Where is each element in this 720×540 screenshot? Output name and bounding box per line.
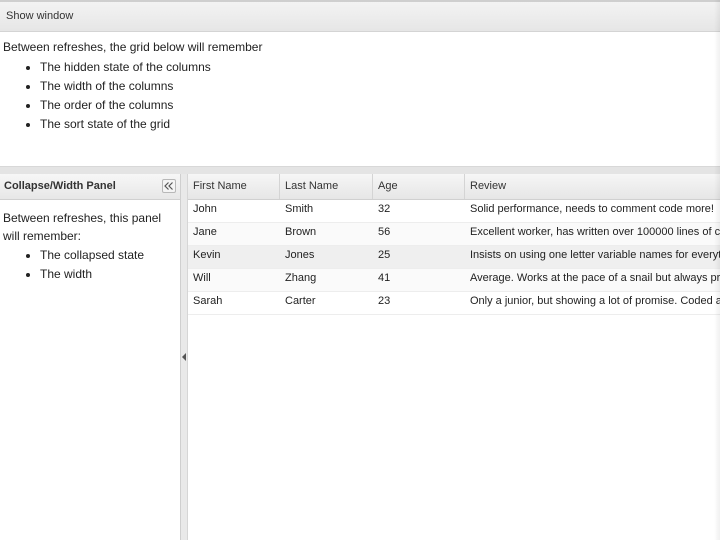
cell-first-name: Jane [193,226,217,238]
panel-header: Collapse/Width Panel [0,174,180,200]
list-item: The width [40,265,176,284]
data-grid: First Name Last Name Age Review John Smi… [188,174,720,540]
window-edge-shadow [714,0,720,540]
cell-first-name: Kevin [193,249,221,261]
intro-list: The hidden state of the columns The widt… [3,58,703,134]
column-header-age[interactable]: Age [373,174,465,199]
intro-section: Between refreshes, the grid below will r… [3,40,703,134]
cell-review: Excellent worker, has written over 10000… [470,226,720,238]
cell-last-name: Brown [285,226,317,238]
cell-review: Average. Works at the pace of a snail bu… [470,272,720,284]
cell-age: 32 [378,203,391,215]
table-row[interactable]: Jane Brown 56 Excellent worker, has writ… [188,223,720,246]
collapse-left-icon[interactable] [162,179,176,193]
cell-first-name: Will [193,272,211,284]
grid-header: First Name Last Name Age Review [188,174,720,200]
cell-review: Only a junior, but showing a lot of prom… [470,295,720,307]
list-item: The width of the columns [40,77,703,96]
page: Show window Between refreshes, the grid … [0,0,720,540]
panel-title: Collapse/Width Panel [4,180,116,192]
cell-review: Insists on using one letter variable nam… [470,249,720,261]
collapse-arrow-icon[interactable] [182,352,186,362]
list-item: The sort state of the grid [40,115,703,134]
column-header-review[interactable]: Review [465,174,720,199]
cell-last-name: Zhang [285,272,317,284]
intro-text: Between refreshes, the grid below will r… [3,40,263,54]
cell-last-name: Jones [285,249,315,261]
column-header-first-name[interactable]: First Name [188,174,280,199]
cell-age: 23 [378,295,391,307]
table-row[interactable]: John Smith 32 Solid performance, needs t… [188,200,720,223]
panel-splitter[interactable] [181,174,188,540]
top-toolbar: Show window [0,0,720,32]
show-window-button[interactable]: Show window [6,10,73,22]
panel-body: Between refreshes, this panel will remem… [0,200,180,284]
section-divider [0,166,720,174]
cell-last-name: Smith [285,203,314,215]
cell-age: 56 [378,226,391,238]
table-row[interactable]: Will Zhang 41 Average. Works at the pace… [188,269,720,292]
column-header-last-name[interactable]: Last Name [280,174,373,199]
list-item: The collapsed state [40,246,176,265]
list-item: The hidden state of the columns [40,58,703,77]
list-item: The order of the columns [40,96,703,115]
panel-text: Between refreshes, this panel will remem… [3,211,162,243]
cell-first-name: John [193,203,217,215]
table-row[interactable]: Kevin Jones 25 Insists on using one lett… [188,246,720,269]
cell-age: 25 [378,249,391,261]
cell-first-name: Sarah [193,295,223,307]
grid-body: John Smith 32 Solid performance, needs t… [188,200,720,315]
panel-list: The collapsed state The width [3,246,176,284]
collapse-width-panel: Collapse/Width Panel Between refreshes, … [0,174,181,540]
cell-age: 41 [378,272,391,284]
cell-last-name: Carter [285,295,316,307]
table-row[interactable]: Sarah Carter 23 Only a junior, but showi… [188,292,720,315]
cell-review: Solid performance, needs to comment code… [470,203,714,215]
